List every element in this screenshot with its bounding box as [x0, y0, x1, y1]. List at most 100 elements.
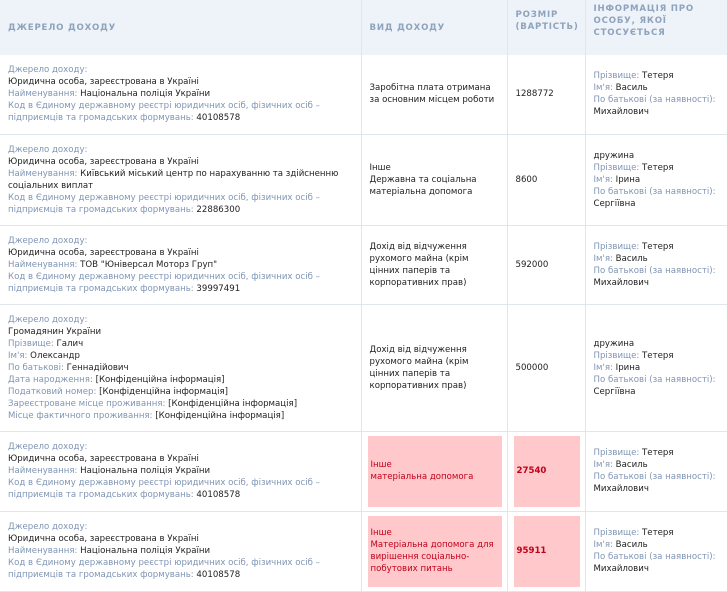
- field-value: [Конфіденційна інформація]: [152, 410, 285, 421]
- field-label: Код в Єдиному державному реєстрі юридичн…: [8, 478, 320, 500]
- field-value: Геннадійович: [63, 362, 129, 373]
- income-amount: 592000: [515, 259, 549, 270]
- person-info-cell: дружина Прізвище: Тетеря Ім'я: Ірина По бат…: [585, 134, 727, 226]
- field-label: Прізвище:: [593, 528, 640, 538]
- field-value: Василь: [612, 253, 648, 264]
- field-label: По батькові (за наявності):: [593, 186, 716, 197]
- income-amount-cell: 8600: [507, 134, 586, 226]
- source-field: Юридична особа, зареєстрована в Україні: [8, 533, 353, 545]
- income-amount: 27540: [516, 466, 547, 476]
- source-field: Громадянин України: [8, 326, 353, 338]
- table-row: Джерело доходу: Юридична особа, зареєстро…: [0, 511, 727, 592]
- person-field: По батькові (за наявності):: [594, 186, 720, 198]
- field-label: Джерело доходу:: [8, 314, 88, 325]
- field-label: Ім'я:: [593, 83, 613, 94]
- source-field: Зареєстроване місце проживання: [Конфіде…: [8, 398, 353, 410]
- table-header-row: ДЖЕРЕЛО ДОХОДУ ВИД ДОХОДУ РОЗМІР (ВАРТІСТ…: [0, 0, 727, 55]
- field-value: Юридична особа, зареєстрована в Україні: [8, 77, 199, 88]
- field-label: Прізвище:: [593, 448, 640, 458]
- income-type-cell: Інше Матеріальна допомога для вирішення с…: [361, 511, 508, 592]
- table-row: Джерело доходу: Юридична особа, зареєстро…: [0, 225, 727, 305]
- field-value: Ірина: [612, 174, 641, 185]
- income-type-text: Інше: [370, 528, 392, 538]
- income-type-text: матеріальна допомога: [370, 472, 474, 482]
- field-label: Прізвище:: [593, 162, 640, 173]
- field-value: Михайлович: [593, 277, 649, 288]
- income-amount-cell: 27540: [507, 431, 586, 512]
- income-source-cell: Джерело доходу: Юридична особа, зареєстро…: [0, 55, 362, 135]
- income-type-cell: Інше Державна та соціальна матеріальна до…: [361, 134, 508, 226]
- field-label: Джерело доходу:: [8, 65, 88, 76]
- field-label: Найменування:: [8, 546, 78, 556]
- source-field: Джерело доходу:: [8, 441, 353, 453]
- person-field: Михайлович: [594, 563, 720, 575]
- field-value: Національна поліція України: [77, 89, 211, 100]
- person-field: По батькові (за наявності):: [594, 94, 720, 106]
- header-type: ВИД ДОХОДУ: [361, 0, 508, 55]
- field-value: дружина: [593, 338, 635, 349]
- source-field: Код в Єдиному державному реєстрі юридичн…: [8, 557, 353, 581]
- field-value: Василь: [612, 460, 648, 470]
- field-value: ТОВ "Юніверсал Моторз Груп": [77, 259, 218, 270]
- income-type-text: Дохід від відчуження рухомого майна (крі…: [369, 344, 469, 391]
- person-field: Михайлович: [594, 106, 720, 118]
- income-type-cell: Дохід від відчуження рухомого майна (крі…: [361, 304, 508, 432]
- field-value: Ірина: [612, 362, 641, 373]
- field-label: Прізвище:: [593, 350, 640, 361]
- field-value: Юридична особа, зареєстрована в Україні: [8, 454, 199, 464]
- field-value: Сергіївна: [593, 198, 636, 209]
- person-field: Прізвище: Тетеря: [594, 162, 720, 174]
- field-value: Василь: [612, 83, 648, 94]
- income-amount: 8600: [515, 174, 538, 185]
- source-field: Найменування: Київський міський центр по…: [8, 168, 353, 192]
- income-type-text: Дохід від відчуження рухомого майна (крі…: [369, 241, 469, 288]
- source-field: Юридична особа, зареєстрована в Україні: [8, 76, 353, 88]
- person-field: По батькові (за наявності):: [594, 265, 720, 277]
- source-field: Місце фактичного проживання: [Конфіденці…: [8, 410, 353, 422]
- source-field: Найменування: Національна поліція Україн…: [8, 88, 353, 100]
- highlight-box: Інше Матеріальна допомога для вирішення с…: [367, 515, 502, 587]
- field-label: Джерело доходу:: [8, 144, 88, 155]
- source-field: Код в Єдиному державному реєстрі юридичн…: [8, 477, 353, 501]
- income-type-text: Інше: [370, 460, 392, 470]
- field-value: Тетеря: [639, 350, 674, 361]
- field-value: Тетеря: [639, 241, 674, 252]
- person-info-cell: Прізвище: Тетеря Ім'я: Василь По батькові …: [585, 431, 727, 512]
- income-source-cell: Джерело доходу: Юридична особа, зареєстро…: [0, 225, 362, 305]
- income-type-cell: Заробітна плата отримана за основним міс…: [361, 55, 508, 135]
- field-label: Податковий номер:: [8, 386, 97, 397]
- person-field: Прізвище: Тетеря: [594, 241, 720, 253]
- person-field: Прізвище: Тетеря: [594, 350, 720, 362]
- field-label: Код в Єдиному державному реєстрі юридичн…: [8, 271, 320, 294]
- source-field: Ім'я: Олександр: [8, 350, 353, 362]
- table-row: Джерело доходу: Юридична особа, зареєстро…: [0, 134, 727, 226]
- field-label: По батькові (за наявності):: [593, 552, 716, 562]
- source-field: Юридична особа, зареєстрована в Україні: [8, 453, 353, 465]
- field-value: Тетеря: [639, 448, 674, 458]
- field-value: 40108578: [193, 570, 241, 580]
- source-field: Код в Єдиному державному реєстрі юридичн…: [8, 100, 353, 124]
- table-row: Джерело доходу: Юридична особа, зареєстро…: [0, 431, 727, 512]
- field-value: дружина: [593, 150, 635, 161]
- income-type-cell: Інше матеріальна допомога: [361, 431, 508, 512]
- header-amount: РОЗМІР (ВАРТІСТЬ): [507, 0, 586, 55]
- field-label: Код в Єдиному державному реєстрі юридичн…: [8, 101, 320, 124]
- source-field: По батькові: Геннадійович: [8, 362, 353, 374]
- field-value: [Конфіденційна інформація]: [92, 374, 225, 385]
- field-value: 40108578: [193, 490, 241, 500]
- field-label: Зареєстроване місце проживання:: [8, 398, 166, 409]
- person-field: Ім'я: Василь: [594, 459, 720, 471]
- source-field: Юридична особа, зареєстрована в Україні: [8, 247, 353, 259]
- person-field: дружина: [594, 338, 720, 350]
- highlight-box: 95911: [513, 515, 580, 587]
- field-label: Найменування:: [8, 168, 78, 179]
- highlight-box: 27540: [513, 435, 580, 507]
- field-label: Прізвище:: [593, 71, 640, 82]
- field-value: 22886300: [193, 204, 241, 215]
- source-field: Джерело доходу:: [8, 314, 353, 326]
- source-field: Юридична особа, зареєстрована в Україні: [8, 156, 353, 168]
- person-field: Прізвище: Тетеря: [594, 527, 720, 539]
- source-field: Найменування: Національна поліція Україн…: [8, 545, 353, 557]
- income-source-cell: Джерело доходу: Громадянин України Прізвищ…: [0, 304, 362, 432]
- person-field: По батькові (за наявності):: [594, 374, 720, 386]
